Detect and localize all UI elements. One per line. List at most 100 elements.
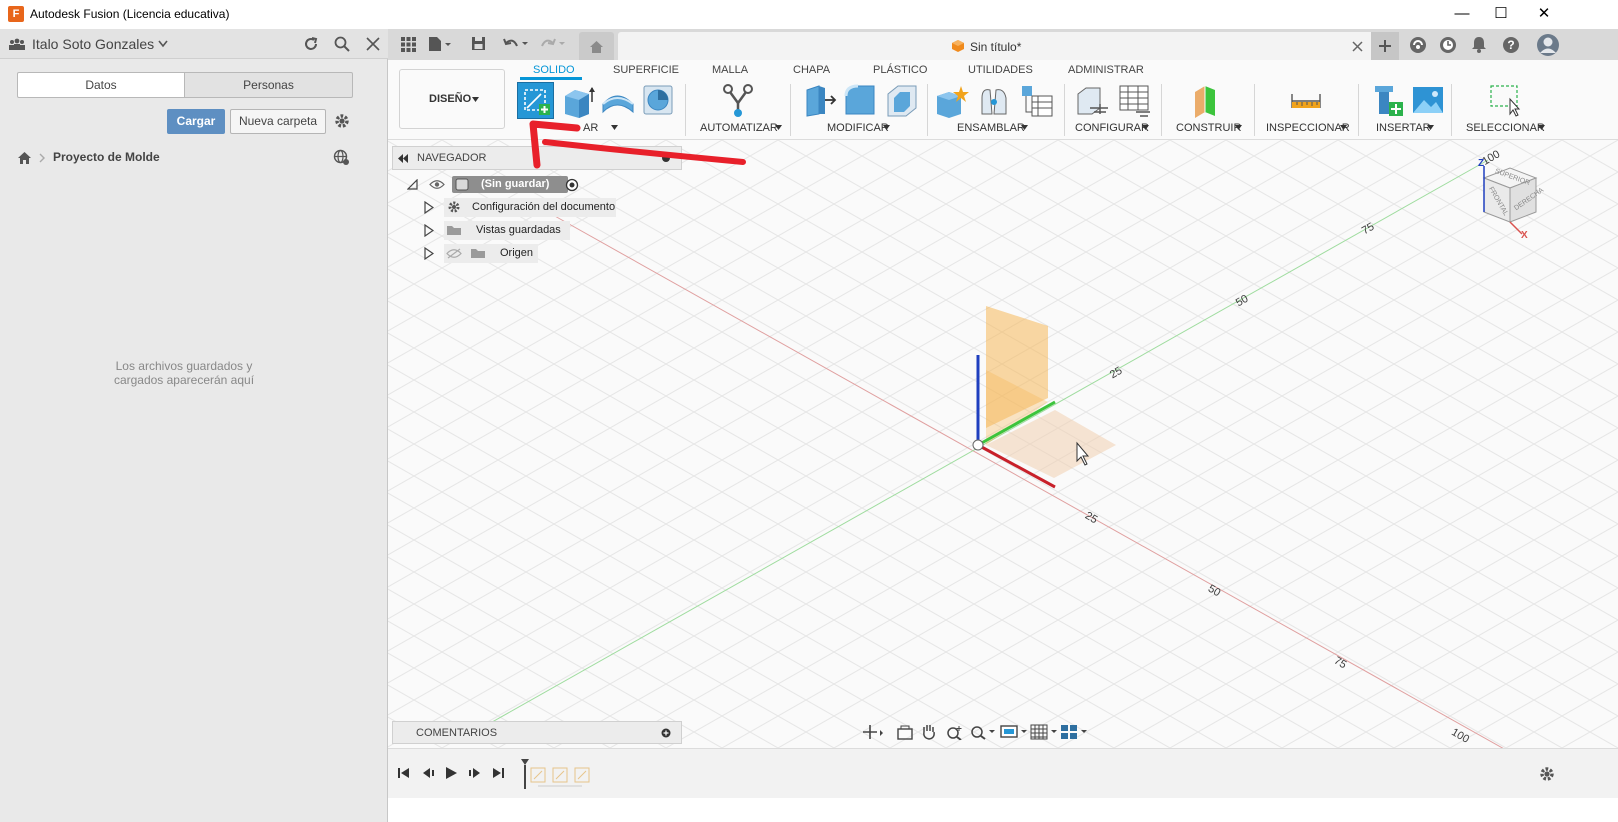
home-tab[interactable] [579, 32, 614, 60]
file-menu-icon[interactable] [428, 36, 452, 52]
insert-group-label[interactable]: INSERTAR [1376, 122, 1431, 134]
fillet-icon[interactable] [844, 84, 878, 118]
revolve-icon[interactable] [601, 86, 635, 116]
tab-administrar[interactable]: ADMINISTRAR [1068, 64, 1144, 76]
refresh-icon[interactable] [303, 36, 319, 52]
timeline-track[interactable] [518, 755, 598, 791]
tree-item-document-settings[interactable]: Configuración del documento [424, 198, 624, 217]
tab-malla[interactable]: MALLA [712, 64, 748, 76]
look-at-icon[interactable] [897, 724, 913, 740]
fit-icon[interactable] [970, 724, 996, 740]
go-to-end-icon[interactable] [492, 767, 504, 779]
viewports-icon[interactable] [1060, 724, 1088, 740]
tab-superficie[interactable]: SUPERFICIE [613, 64, 679, 76]
inspect-group-label[interactable]: INSPECCIONAR [1266, 122, 1350, 134]
tree-item-saved-views[interactable]: Vistas guardadas [424, 221, 624, 240]
step-back-icon[interactable] [421, 767, 435, 779]
display-settings-icon[interactable] [1000, 724, 1028, 740]
workspace-switcher[interactable]: DISEÑO [399, 69, 505, 129]
breadcrumb-project[interactable]: Proyecto de Molde [53, 150, 160, 164]
create-group-label[interactable]: AR [583, 122, 598, 134]
insert-derive-icon[interactable] [1371, 84, 1405, 118]
expand-triangle-icon[interactable] [424, 247, 434, 260]
extensions-icon[interactable] [1409, 36, 1427, 54]
press-pull-icon[interactable] [803, 84, 837, 118]
new-tab-button[interactable] [1371, 32, 1399, 60]
expand-triangle-icon[interactable] [407, 179, 418, 190]
view-cube[interactable]: SUPERIOR FRONTAL DERECHA Z X [1466, 156, 1550, 246]
configuration-table-icon[interactable] [1118, 84, 1152, 118]
create-sketch-button[interactable] [517, 82, 554, 119]
home-icon[interactable] [17, 151, 32, 164]
globe-icon[interactable] [333, 149, 350, 166]
team-icon[interactable] [8, 38, 26, 50]
panel-options-icon[interactable] [661, 153, 671, 163]
undo-icon[interactable] [503, 37, 531, 51]
redo-icon[interactable] [540, 37, 568, 51]
comments-panel[interactable]: COMENTARIOS [392, 721, 682, 744]
add-comment-icon[interactable] [661, 728, 671, 738]
tab-personas[interactable]: Personas [184, 72, 353, 98]
document-tab[interactable]: Sin título* [618, 32, 1384, 60]
timeline-settings-gear-icon[interactable] [1538, 765, 1556, 783]
new-component-icon[interactable] [935, 84, 969, 118]
root-component-chip[interactable]: (Sin guardar) [452, 176, 568, 193]
gear-icon[interactable] [333, 112, 351, 130]
notifications-bell-icon[interactable] [1471, 36, 1487, 53]
select-group-label[interactable]: SELECCIONAR [1466, 122, 1545, 134]
hole-icon[interactable] [642, 84, 676, 118]
hidden-eye-icon[interactable] [446, 248, 462, 259]
search-icon[interactable] [334, 36, 350, 52]
new-folder-button[interactable]: Nueva carpeta [230, 109, 326, 134]
app-grid-icon[interactable] [401, 37, 416, 52]
configure-icon[interactable] [1076, 84, 1110, 118]
chevron-down-icon[interactable] [158, 40, 168, 48]
tree-root-row[interactable]: (Sin guardar) [407, 175, 587, 194]
user-avatar-icon[interactable] [1536, 33, 1560, 57]
automate-group-label[interactable]: AUTOMATIZAR [700, 122, 778, 134]
collapse-panel-icon[interactable] [397, 154, 409, 163]
orbit-icon[interactable] [862, 724, 884, 740]
selection-icon[interactable] [1489, 84, 1523, 118]
close-tab-icon[interactable] [1352, 41, 1363, 52]
tree-item-origin[interactable]: Origen [424, 244, 624, 263]
grid-settings-icon[interactable] [1030, 724, 1058, 740]
close-window-button[interactable]: ✕ [1521, 0, 1567, 29]
joint-icon[interactable] [978, 84, 1012, 118]
automate-icon[interactable] [721, 83, 755, 117]
go-to-start-icon[interactable] [398, 767, 410, 779]
tab-datos[interactable]: Datos [17, 72, 185, 98]
tab-utilidades[interactable]: UTILIDADES [968, 64, 1033, 76]
activate-radio-icon[interactable] [565, 178, 579, 192]
close-panel-icon[interactable] [366, 37, 380, 51]
shell-icon[interactable] [886, 84, 920, 118]
extrude-icon[interactable] [561, 84, 595, 118]
pan-hand-icon[interactable] [920, 722, 938, 740]
data-panel: Italo Soto Gonzales Datos Personas Carga… [0, 29, 388, 822]
offset-plane-icon[interactable] [1191, 84, 1225, 118]
user-name[interactable]: Italo Soto Gonzales [32, 36, 154, 52]
expand-triangle-icon[interactable] [424, 201, 434, 214]
construct-group-label[interactable]: CONSTRUIR [1176, 122, 1241, 134]
modify-group-label[interactable]: MODIFICAR [827, 122, 889, 134]
toolbar-separator [927, 84, 928, 136]
step-forward-icon[interactable] [468, 767, 482, 779]
insert-canvas-icon[interactable] [1412, 84, 1444, 116]
maximize-button[interactable]: ☐ [1478, 0, 1524, 29]
browser-panel-header[interactable]: NAVEGADOR [392, 146, 682, 170]
tab-plastico[interactable]: PLÁSTICO [873, 64, 927, 76]
job-status-icon[interactable] [1439, 36, 1457, 54]
visibility-eye-icon[interactable] [429, 179, 445, 190]
configure-group-label[interactable]: CONFIGURAR [1075, 122, 1149, 134]
save-icon[interactable] [471, 36, 486, 51]
help-icon[interactable]: ? [1502, 36, 1520, 54]
play-icon[interactable] [445, 766, 458, 780]
tab-solido[interactable]: SOLIDO [533, 64, 575, 76]
tab-chapa[interactable]: CHAPA [793, 64, 830, 76]
assemble-group-label[interactable]: ENSAMBLAR [957, 122, 1025, 134]
zoom-icon[interactable] [946, 724, 964, 740]
expand-triangle-icon[interactable] [424, 224, 434, 237]
bill-of-materials-icon[interactable] [1020, 84, 1054, 118]
upload-button[interactable]: Cargar [167, 109, 225, 134]
measure-icon[interactable] [1291, 90, 1321, 112]
